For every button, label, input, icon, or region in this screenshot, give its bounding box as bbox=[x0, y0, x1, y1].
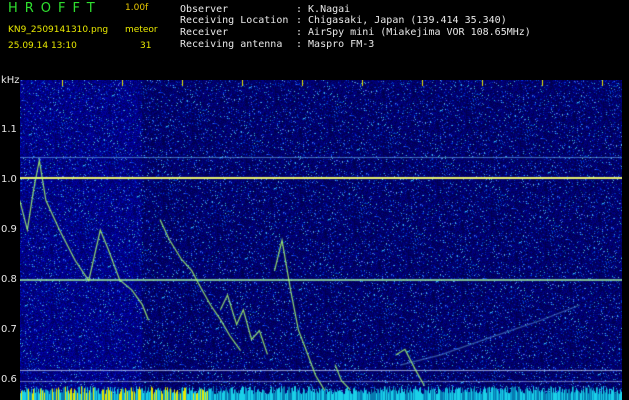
y-tick: 1.1 bbox=[1, 124, 17, 135]
file-name: KN9_2509141310.png bbox=[8, 25, 109, 35]
observer-label: Observer bbox=[180, 4, 229, 15]
antenna-value: : Maspro FM-3 bbox=[296, 39, 375, 50]
y-tick: 0.6 bbox=[1, 374, 17, 385]
meteor-count: 31 bbox=[140, 41, 152, 51]
receiver-value: : AirSpy mini (Miakejima VOR 108.65MHz) bbox=[296, 27, 531, 38]
app-version: 1.00f bbox=[125, 3, 149, 13]
receiver-label: Receiver bbox=[180, 27, 229, 38]
date-time: 25.09.14 13:10 bbox=[8, 41, 77, 51]
meteor-label: meteor bbox=[125, 25, 158, 35]
y-tick: 0.8 bbox=[1, 274, 17, 285]
spectrogram-plot bbox=[20, 80, 622, 400]
y-tick: 1.0 bbox=[1, 174, 17, 185]
location-label: Receiving Location bbox=[180, 15, 289, 26]
y-axis-unit: kHz bbox=[1, 75, 20, 86]
app-logo: HROFFT bbox=[8, 1, 102, 16]
observer-value: : K.Nagai bbox=[296, 4, 351, 15]
location-value: : Chigasaki, Japan (139.414 35.340) bbox=[296, 15, 507, 26]
y-tick: 0.9 bbox=[1, 224, 17, 235]
hrofft-window: HROFFT 1.00f KN9_2509141310.png meteor 2… bbox=[0, 0, 629, 400]
y-tick: 0.7 bbox=[1, 324, 17, 335]
antenna-label: Receiving antenna bbox=[180, 39, 283, 50]
